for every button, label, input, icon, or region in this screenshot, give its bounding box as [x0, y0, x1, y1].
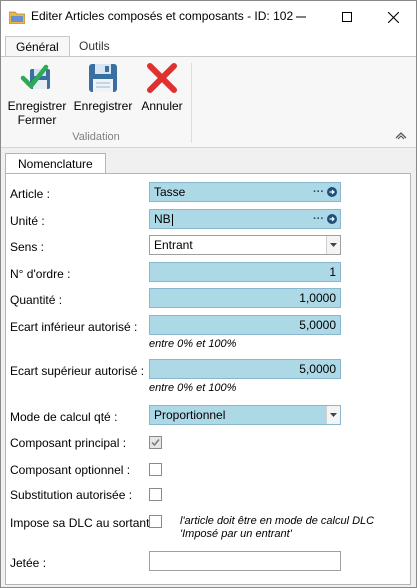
substitution-checkbox[interactable]	[149, 488, 162, 501]
close-icon	[387, 11, 399, 23]
ecart-inferieur-field[interactable]: 5,0000	[149, 315, 341, 335]
jetee-label: Jetée :	[10, 556, 47, 570]
impose-dlc-note-1: l'article doit être en mode de calcul DL…	[180, 515, 375, 527]
numero-ordre-label: N° d'ordre :	[10, 267, 71, 281]
composant-principal-label: Composant principal :	[10, 436, 127, 450]
save-button[interactable]: Enregistrer	[73, 61, 133, 113]
minimize-button[interactable]	[278, 1, 324, 33]
close-button[interactable]	[370, 1, 416, 33]
ecart-superieur-field[interactable]: 5,0000	[149, 359, 341, 379]
ribbon-tab-bar: Général Outils	[1, 33, 416, 57]
mode-calcul-label: Mode de calcul qté :	[10, 410, 118, 424]
mode-calcul-select[interactable]: Proportionnel	[149, 405, 341, 425]
sens-label: Sens :	[10, 240, 45, 254]
unite-value: NB	[154, 212, 171, 226]
red-x-icon	[147, 63, 177, 93]
sens-select[interactable]: Entrant	[149, 235, 341, 255]
composant-optionnel-checkbox[interactable]	[149, 463, 162, 476]
substitution-label: Substitution autorisée :	[10, 488, 133, 502]
window-title: Editer Articles composés et composants -…	[31, 9, 294, 23]
content-area: Nomenclature Article : Tasse ··· Unité :…	[1, 149, 416, 587]
maximize-button[interactable]	[324, 1, 370, 33]
unite-field[interactable]: NB ···	[149, 209, 341, 229]
text-cursor	[171, 213, 173, 226]
impose-dlc-label: Impose sa DLC au sortant :	[10, 516, 157, 530]
save-close-label: Enregistrer Fermer	[7, 99, 67, 127]
chevron-down-icon[interactable]	[326, 406, 340, 424]
title-bar: Editer Articles composés et composants -…	[1, 1, 416, 33]
save-check-icon	[20, 64, 50, 89]
article-label: Article :	[10, 187, 51, 201]
cancel-label: Annuler	[141, 99, 183, 113]
mode-calcul-value: Proportionnel	[154, 408, 226, 422]
tab-outils[interactable]: Outils	[69, 36, 120, 57]
validation-group-label: Validation	[72, 131, 120, 143]
numero-ordre-field[interactable]: 1	[149, 262, 341, 282]
quantite-label: Quantité :	[10, 293, 63, 307]
composant-principal-checkbox[interactable]	[149, 436, 162, 449]
impose-dlc-note-2: 'Imposé par un entrant'	[180, 528, 292, 540]
ellipsis-icon[interactable]: ···	[313, 183, 324, 201]
ribbon-panel: Enregistrer Fermer Enregistrer Annuler V…	[1, 56, 416, 148]
chevron-down-icon[interactable]	[326, 236, 340, 254]
maximize-icon	[342, 12, 352, 22]
sens-value: Entrant	[154, 238, 193, 252]
tab-nomenclature[interactable]: Nomenclature	[5, 153, 106, 174]
article-value: Tasse	[154, 185, 186, 199]
ecart-inferieur-hint: entre 0% et 100%	[149, 338, 237, 350]
save-label: Enregistrer	[73, 99, 133, 113]
chevron-up-icon[interactable]	[394, 129, 408, 141]
arrow-right-circle-icon[interactable]	[327, 187, 337, 197]
nomenclature-panel: Article : Tasse ··· Unité : NB ··· Sens …	[5, 173, 411, 585]
ellipsis-icon[interactable]: ···	[313, 210, 324, 228]
floppy-disk-icon	[89, 64, 117, 92]
save-close-button[interactable]: Enregistrer Fermer	[7, 61, 67, 127]
composant-optionnel-label: Composant optionnel :	[10, 463, 131, 477]
checkmark-icon	[151, 439, 160, 447]
impose-dlc-checkbox[interactable]	[149, 515, 162, 528]
tab-general[interactable]: Général	[5, 36, 70, 57]
ecart-superieur-label: Ecart supérieur autorisé :	[10, 364, 145, 378]
article-field[interactable]: Tasse ···	[149, 182, 341, 202]
ribbon-group-separator	[191, 63, 192, 143]
cancel-button[interactable]: Annuler	[139, 61, 185, 113]
editor-window: Editer Articles composés et composants -…	[0, 0, 417, 588]
folder-icon	[9, 11, 25, 24]
ecart-inferieur-label: Ecart inférieur autorisé :	[10, 320, 138, 334]
unite-label: Unité :	[10, 214, 45, 228]
quantite-field[interactable]: 1,0000	[149, 288, 341, 308]
arrow-right-circle-icon[interactable]	[327, 214, 337, 224]
ecart-superieur-hint: entre 0% et 100%	[149, 382, 237, 394]
minimize-icon	[296, 16, 306, 18]
jetee-field[interactable]	[149, 551, 341, 571]
